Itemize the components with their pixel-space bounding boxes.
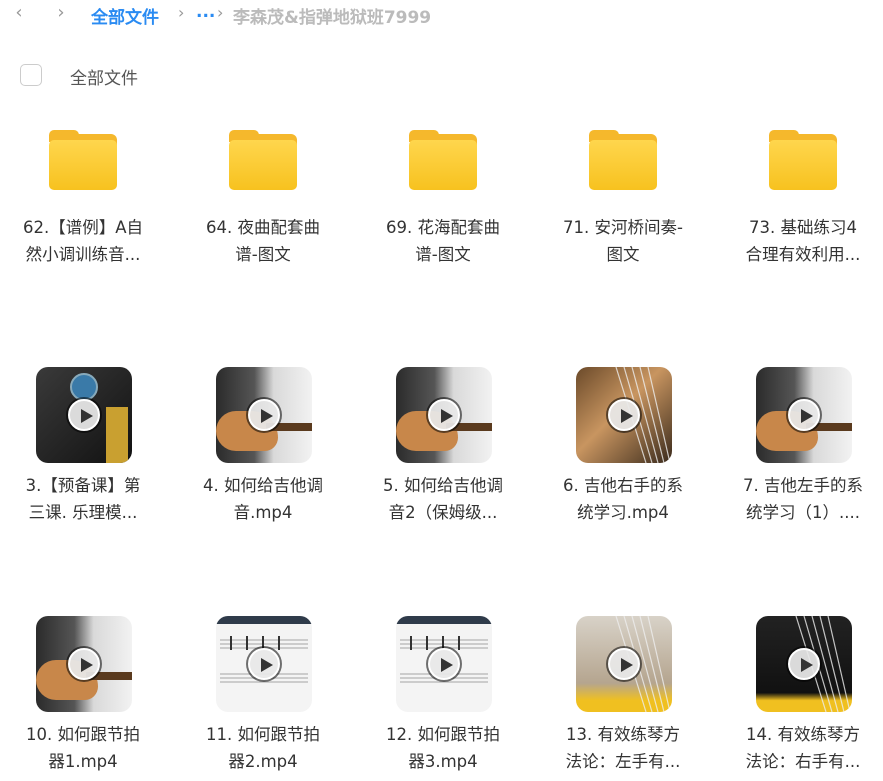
video-thumbnail	[396, 616, 492, 712]
play-icon[interactable]	[426, 397, 462, 433]
play-icon[interactable]	[66, 397, 102, 433]
chevron-right-icon: ›	[57, 2, 65, 23]
chevron-right-icon: ›	[217, 3, 224, 22]
item-label-line2: 谱-图文	[235, 245, 291, 264]
video-thumbnail	[36, 616, 132, 712]
item-label-line2: 法论：左手有...	[565, 752, 681, 771]
item-label-line1: 3.【预备课】第	[25, 476, 141, 495]
item-label-line1: 7. 吉他左手的系	[743, 476, 863, 495]
item-label-line1: 71. 安河桥间奏-	[563, 218, 683, 237]
item-label-line2: 三课. 乐理模...	[28, 503, 138, 522]
item-label-line1: 64. 夜曲配套曲	[206, 218, 320, 237]
play-icon[interactable]	[246, 397, 282, 433]
video-thumbnail	[576, 616, 672, 712]
breadcrumb-root[interactable]: 全部文件	[91, 3, 159, 28]
item-label-line2: 器3.mp4	[408, 752, 478, 771]
item-label-line1: 10. 如何跟节拍	[26, 725, 140, 744]
item-label-line1: 73. 基础练习4	[749, 218, 857, 237]
breadcrumb-current: 李森茂&指弹地狱班7999	[233, 8, 432, 28]
video-thumbnail	[576, 367, 672, 463]
item-label-line1: 14. 有效练琴方	[746, 725, 860, 744]
play-icon[interactable]	[606, 397, 642, 433]
item-label-line2: 合理有效利用...	[745, 245, 861, 264]
video-thumbnail	[36, 367, 132, 463]
item-label-line2: 法论：右手有...	[745, 752, 861, 771]
item-label-line1: 62.【谱例】A自	[22, 218, 144, 237]
folder-icon	[769, 130, 837, 190]
item-label-line2: 器1.mp4	[48, 752, 118, 771]
item-label-line2: 统学习.mp4	[577, 503, 669, 522]
item-label-line2: 谱-图文	[415, 245, 471, 264]
item-label-line2: 图文	[606, 245, 640, 264]
folder-icon	[409, 130, 477, 190]
video-thumbnail	[756, 616, 852, 712]
item-label-line2: 然小调训练音...	[25, 245, 141, 264]
play-icon[interactable]	[246, 646, 282, 682]
select-all-checkbox[interactable]	[20, 64, 42, 86]
item-label-line1: 12. 如何跟节拍	[386, 725, 500, 744]
item-label-line2: 器2.mp4	[228, 752, 298, 771]
folder-icon	[229, 130, 297, 190]
play-icon[interactable]	[786, 397, 822, 433]
item-label-line1: 4. 如何给吉他调	[203, 476, 323, 495]
item-label-line1: 6. 吉他右手的系	[563, 476, 683, 495]
item-label-line1: 5. 如何给吉他调	[383, 476, 503, 495]
item-label-line2: 音2（保姆级...	[388, 503, 498, 522]
play-icon[interactable]	[786, 646, 822, 682]
breadcrumb: ‹ › 全部文件 › ... › 李森茂&指弹地狱班7999	[0, 0, 883, 30]
play-icon[interactable]	[606, 646, 642, 682]
forward-button[interactable]: ›	[50, 2, 72, 24]
item-label-line2: 音.mp4	[233, 503, 293, 522]
item-label-line2: 统学习（1）....	[746, 503, 860, 522]
back-button[interactable]: ‹	[8, 2, 30, 24]
folder-icon	[49, 130, 117, 190]
video-thumbnail	[396, 367, 492, 463]
breadcrumb-ellipsis[interactable]: ...	[196, 2, 215, 22]
play-icon[interactable]	[66, 646, 102, 682]
video-thumbnail	[756, 367, 852, 463]
item-label-line1: 13. 有效练琴方	[566, 725, 680, 744]
folder-icon	[589, 130, 657, 190]
video-thumbnail	[216, 367, 312, 463]
play-icon[interactable]	[426, 646, 462, 682]
video-thumbnail	[216, 616, 312, 712]
chevron-right-icon: ›	[178, 3, 185, 22]
item-label-line1: 69. 花海配套曲	[386, 218, 500, 237]
chevron-left-icon: ‹	[15, 2, 23, 23]
item-label-line1: 11. 如何跟节拍	[206, 725, 320, 744]
select-all-label: 全部文件	[70, 69, 138, 89]
